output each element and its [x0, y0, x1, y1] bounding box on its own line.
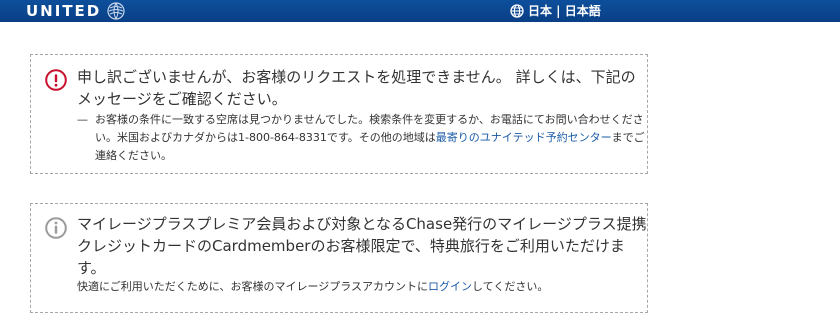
- error-message-box: 申し訳ございませんが、お客様のリクエストを処理できません。 詳しくは、下記のメッ…: [30, 54, 648, 174]
- detail-dash: —: [77, 113, 88, 126]
- united-globe-logo-icon: [107, 2, 125, 20]
- info-message-box: マイレージプラスプレミア会員および対象となるChase発行のマイレージプラス提携…: [30, 203, 648, 313]
- info-text-before: 快適にご利用いただくために、お客様のマイレージプラスアカウントに: [77, 280, 429, 293]
- error-headline: 申し訳ございませんが、お客様のリクエストを処理できません。 詳しくは、下記のメッ…: [77, 68, 636, 108]
- error-detail-text: お客様の条件に一致する空席は見つかりませんでした。検索条件を変更するか、お電話に…: [77, 111, 645, 165]
- info-icon: [45, 217, 67, 239]
- top-navigation-bar: UNITED 日本 | 日本語: [0, 0, 840, 22]
- login-link[interactable]: ログイン: [428, 280, 472, 293]
- error-exclamation-icon: [45, 69, 67, 91]
- info-subtext: 快適にご利用いただくために、お客様のマイレージプラスアカウントにログインしてくだ…: [77, 278, 645, 296]
- reservation-center-link[interactable]: 最寄りのユナイテッド予約センター: [436, 131, 612, 144]
- info-text-after: してください。: [472, 280, 549, 293]
- logo-wordmark: UNITED: [26, 2, 102, 20]
- error-detail: — お客様の条件に一致する空席は見つかりませんでした。検索条件を変更するか、お電…: [77, 111, 645, 165]
- language-selector[interactable]: 日本 | 日本語: [510, 2, 601, 19]
- info-headline: マイレージプラスプレミア会員および対象となるChase発行のマイレージプラス提携…: [77, 215, 647, 277]
- globe-icon: [510, 3, 524, 18]
- language-label: 日本 | 日本語: [528, 4, 601, 18]
- united-logo[interactable]: UNITED: [26, 2, 125, 20]
